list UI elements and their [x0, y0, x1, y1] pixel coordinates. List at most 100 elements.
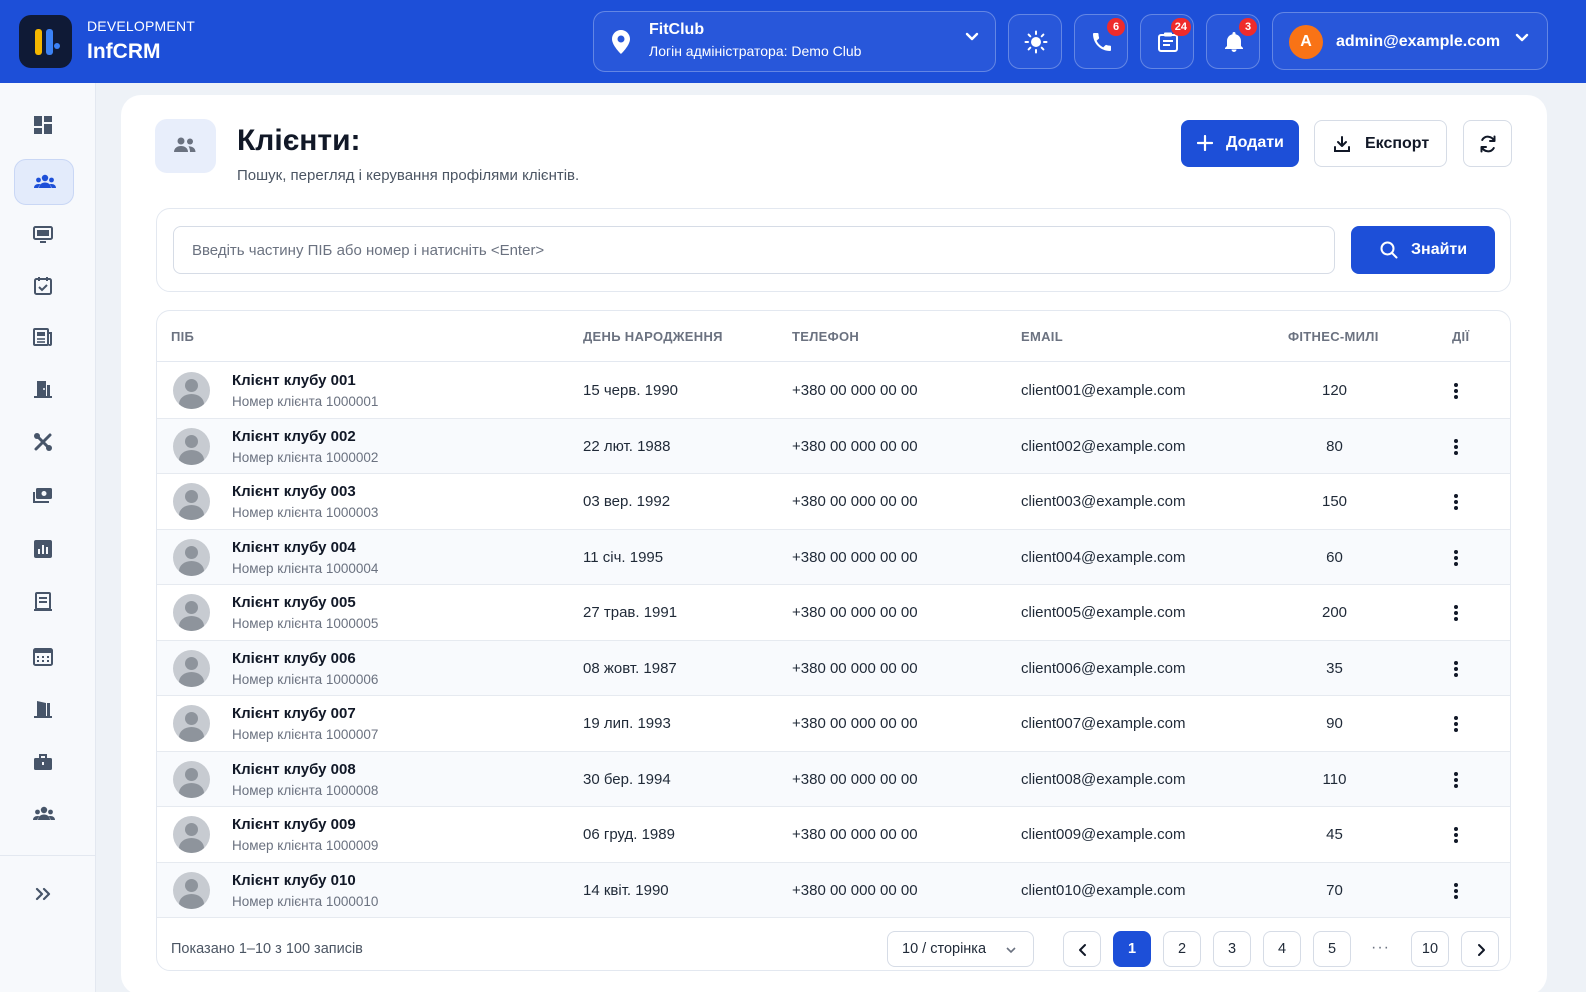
- client-number: Номер клієнта 1000004: [232, 560, 379, 576]
- sidebar-item-monitor[interactable]: [14, 213, 74, 259]
- sidebar-item-staff[interactable]: [14, 740, 74, 786]
- sidebar-item-clients[interactable]: [14, 159, 74, 205]
- client-birthday: 14 квіт. 1990: [583, 881, 669, 899]
- column-header-birthday[interactable]: ДЕНЬ НАРОДЖЕННЯ: [583, 329, 723, 344]
- next-page-button[interactable]: [1461, 931, 1499, 967]
- client-birthday: 06 груд. 1989: [583, 826, 675, 843]
- notifications-button[interactable]: 3: [1206, 14, 1260, 69]
- page-size-select[interactable]: 10 / сторінка: [887, 931, 1034, 967]
- prev-page-button[interactable]: [1063, 931, 1101, 967]
- theme-toggle-button[interactable]: [1008, 14, 1062, 69]
- table-body: Клієнт клубу 001 Номер клієнта 1000001 15 …: [157, 363, 1510, 918]
- table-row[interactable]: Клієнт клубу 008 Номер клієнта 1000008 30 …: [157, 751, 1510, 807]
- table-row[interactable]: Клієнт клубу 003 Номер клієнта 1000003 03 …: [157, 474, 1510, 530]
- add-client-button[interactable]: Додати: [1181, 120, 1299, 167]
- calls-button[interactable]: 6: [1074, 14, 1128, 69]
- client-name[interactable]: Клієнт клубу 009: [232, 816, 356, 833]
- row-actions-icon[interactable]: [1449, 383, 1463, 399]
- client-birthday: 27 трав. 1991: [583, 604, 678, 621]
- sidebar-item-payments[interactable]: [14, 474, 74, 520]
- client-name[interactable]: Клієнт клубу 008: [232, 761, 356, 778]
- row-actions-icon[interactable]: [1449, 827, 1463, 843]
- sidebar-item-services[interactable]: [14, 420, 74, 466]
- search-input[interactable]: [173, 226, 1335, 274]
- column-header-name[interactable]: ПІБ: [171, 329, 194, 344]
- row-actions-icon[interactable]: [1449, 549, 1463, 566]
- records-count: Показано 1–10 з 100 записів: [171, 941, 363, 957]
- table-row[interactable]: Клієнт клубу 010 Номер клієнта 1000010 14 …: [157, 862, 1510, 918]
- table-row[interactable]: Клієнт клубу 007 Номер клієнта 1000007 19 …: [157, 696, 1510, 752]
- column-header-miles[interactable]: ФІТНЕС-МИЛІ: [1288, 329, 1379, 344]
- sidebar-item-halls[interactable]: [14, 687, 74, 733]
- add-client-label: Додати: [1226, 134, 1284, 151]
- search-icon: [1380, 241, 1398, 259]
- pagination-ellipsis[interactable]: ···: [1371, 939, 1390, 957]
- sidebar-item-schedule[interactable]: [14, 264, 74, 310]
- sidebar-item-rooms[interactable]: [14, 367, 74, 413]
- page-button-last[interactable]: 10: [1411, 931, 1449, 967]
- client-miles: 110: [1322, 770, 1347, 788]
- row-actions-icon[interactable]: [1449, 882, 1463, 899]
- client-name[interactable]: Клієнт клубу 002: [232, 428, 356, 445]
- find-button[interactable]: Знайти: [1351, 226, 1495, 274]
- table-row[interactable]: Клієнт клубу 002 Номер клієнта 1000002 22 …: [157, 418, 1510, 474]
- row-actions-icon[interactable]: [1449, 716, 1463, 732]
- column-header-phone[interactable]: ТЕЛЕФОН: [792, 329, 859, 344]
- sidebar-item-calendar[interactable]: [14, 634, 74, 680]
- calendar-icon: [33, 648, 53, 666]
- page-button-2[interactable]: 2: [1163, 931, 1201, 967]
- club-selector[interactable]: FitClub Логін адміністратора: Demo Club: [593, 11, 996, 72]
- table-row[interactable]: Клієнт клубу 005 Номер клієнта 1000005 27 …: [157, 585, 1510, 641]
- column-header-email[interactable]: EMAIL: [1021, 329, 1063, 344]
- client-email: client008@example.com: [1021, 770, 1186, 788]
- row-actions-icon[interactable]: [1449, 494, 1463, 510]
- client-name[interactable]: Клієнт клубу 005: [232, 594, 356, 611]
- client-name[interactable]: Клієнт клубу 007: [232, 705, 356, 722]
- sidebar-item-documents[interactable]: [14, 580, 74, 626]
- client-phone: +380 00 000 00 00: [792, 881, 918, 899]
- page-button-5[interactable]: 5: [1313, 931, 1351, 967]
- client-name[interactable]: Клієнт клубу 010: [232, 872, 356, 889]
- tasks-button[interactable]: 24: [1140, 14, 1194, 69]
- news-icon: [33, 328, 52, 346]
- table-row[interactable]: Клієнт клубу 004 Номер клієнта 1000004 11 …: [157, 529, 1510, 585]
- page-title: Клієнти:: [237, 124, 361, 157]
- sidebar-item-reports[interactable]: [14, 527, 74, 573]
- clients-icon: [174, 137, 196, 152]
- notifications-badge: 3: [1239, 18, 1257, 36]
- club-subtitle: Логін адміністратора: Demo Club: [649, 43, 862, 59]
- table-row[interactable]: Клієнт клубу 001 Номер клієнта 1000001 15 …: [157, 363, 1510, 419]
- client-name[interactable]: Клієнт клубу 004: [232, 539, 356, 556]
- page-button-4[interactable]: 4: [1263, 931, 1301, 967]
- clients-table: ПІБ ДЕНЬ НАРОДЖЕННЯ ТЕЛЕФОН EMAIL ФІТНЕС…: [156, 310, 1511, 971]
- row-actions-icon[interactable]: [1449, 660, 1463, 677]
- sidebar-item-team[interactable]: [14, 792, 74, 838]
- app-logo[interactable]: [19, 15, 72, 68]
- export-button[interactable]: Експорт: [1314, 120, 1447, 167]
- client-name[interactable]: Клієнт клубу 003: [232, 483, 356, 500]
- table-row[interactable]: Клієнт клубу 009 Номер клієнта 1000009 06 …: [157, 807, 1510, 863]
- client-number: Номер клієнта 1000009: [232, 838, 379, 853]
- client-birthday: 11 січ. 1995: [583, 548, 664, 566]
- page-button-3[interactable]: 3: [1213, 931, 1251, 967]
- client-phone: +380 00 000 00 00: [792, 437, 918, 455]
- row-actions-icon[interactable]: [1449, 605, 1463, 621]
- user-menu[interactable]: A admin@example.com: [1272, 12, 1548, 70]
- location-pin-icon: [612, 30, 630, 54]
- client-phone: +380 00 000 00 00: [792, 826, 918, 843]
- sidebar-item-news[interactable]: [14, 315, 74, 361]
- page-button-1[interactable]: 1: [1113, 931, 1151, 967]
- sidebar-item-dashboard[interactable]: [14, 103, 74, 149]
- row-actions-icon[interactable]: [1449, 438, 1463, 455]
- refresh-button[interactable]: [1463, 120, 1512, 167]
- client-number: Номер клієнта 1000001: [232, 394, 379, 409]
- client-email: client005@example.com: [1021, 604, 1186, 621]
- client-avatar: [173, 538, 210, 576]
- client-miles: 200: [1321, 604, 1348, 621]
- table-row[interactable]: Клієнт клубу 006 Номер клієнта 1000006 08 …: [157, 640, 1510, 696]
- row-actions-icon[interactable]: [1449, 771, 1463, 788]
- client-avatar: [173, 649, 210, 687]
- expand-sidebar-button[interactable]: [28, 881, 58, 907]
- client-name[interactable]: Клієнт клубу 006: [232, 650, 356, 667]
- client-name[interactable]: Клієнт клубу 001: [232, 372, 356, 389]
